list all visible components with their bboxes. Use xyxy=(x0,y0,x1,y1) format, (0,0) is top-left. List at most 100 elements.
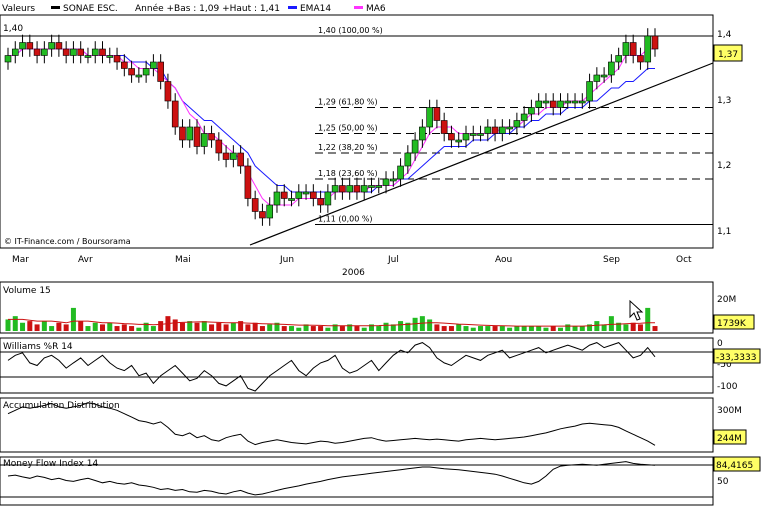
volume-bar xyxy=(230,322,236,331)
volume-bar xyxy=(637,324,643,331)
candle-body xyxy=(368,185,375,188)
valeurs-label: Valeurs xyxy=(2,4,35,14)
year-label: 2006 xyxy=(342,268,365,278)
volume-bar xyxy=(623,324,629,331)
williams-tick-100: -100 xyxy=(717,382,738,392)
volume-bar xyxy=(70,307,76,331)
volume-bar xyxy=(27,321,33,331)
candle-body xyxy=(324,191,332,206)
candle-body xyxy=(200,133,208,147)
volume-bar xyxy=(78,321,84,331)
candle-body xyxy=(382,178,390,186)
volume-bar xyxy=(463,326,469,331)
volume-bar xyxy=(441,326,447,331)
volume-bar xyxy=(354,326,360,331)
volume-bar xyxy=(20,322,26,331)
volume-ma-path xyxy=(8,318,655,327)
candle-body xyxy=(193,126,201,147)
volume-bar xyxy=(289,326,295,331)
volume-bar xyxy=(398,321,404,331)
candle-body xyxy=(317,198,324,206)
ad-title: Accumulation Distribution xyxy=(3,401,120,411)
candle-body xyxy=(520,113,528,121)
volume-bar xyxy=(150,326,156,331)
fib-label: 1,18 (23,60 %) xyxy=(318,169,378,178)
ticker-label: SONAE ESC. xyxy=(63,4,118,14)
volume-bar xyxy=(470,327,476,331)
volume-bar xyxy=(361,327,367,331)
volume-bar xyxy=(456,324,462,331)
x-tick-aou: Aou xyxy=(495,255,512,265)
candle-body xyxy=(62,48,70,56)
volume-bar xyxy=(565,324,571,331)
volume-bar xyxy=(5,319,11,331)
volume-bar xyxy=(41,321,47,331)
volume-bar xyxy=(579,326,585,331)
volume-bar xyxy=(92,322,98,331)
volume-bar xyxy=(172,319,178,331)
volume-bars xyxy=(5,307,658,331)
candle-body xyxy=(557,100,564,108)
candle-body xyxy=(484,126,492,134)
trend-line xyxy=(249,62,714,246)
volume-bar xyxy=(652,326,658,331)
candle-body xyxy=(339,185,346,193)
volume-bar xyxy=(339,326,345,331)
y-tick-1-1: 1,1 xyxy=(717,227,731,237)
ma-swatch xyxy=(354,6,363,9)
ema-legend: EMA14 xyxy=(300,4,331,14)
candle-body xyxy=(469,133,477,136)
x-tick-mar: Mar xyxy=(12,255,29,265)
volume-bar xyxy=(223,324,229,331)
mfi-title: Money Flow Index 14 xyxy=(3,459,98,469)
candle-body xyxy=(433,107,441,121)
mfi-tick-50: 50 xyxy=(717,477,729,487)
candle-body xyxy=(280,191,288,199)
candle-body xyxy=(77,48,84,56)
fib-label: 1,25 (50,00 %) xyxy=(318,124,378,133)
x-tick-avr: Avr xyxy=(78,255,93,265)
volume-bar xyxy=(245,324,251,331)
volume-bar xyxy=(209,324,215,331)
volume-bar xyxy=(34,324,40,331)
ma-legend: MA6 xyxy=(366,4,386,14)
volume-bar xyxy=(129,326,135,331)
volume-bar xyxy=(485,326,491,331)
volume-bar xyxy=(550,326,556,331)
y-tick-1-4: 1,4 xyxy=(717,30,732,40)
volume-bar xyxy=(412,317,418,331)
fib-label: 1,22 (38,20 %) xyxy=(318,143,378,152)
volume-bar xyxy=(325,327,331,331)
volume-bar xyxy=(434,324,440,331)
williams-last: -33,3333 xyxy=(716,353,756,363)
top-left-label: 1,40 xyxy=(3,24,23,34)
williams-title: Williams %R 14 xyxy=(3,342,73,352)
ema-swatch xyxy=(288,6,297,9)
candle-body xyxy=(48,42,55,50)
volume-bar xyxy=(427,319,433,331)
volume-title: Volume 15 xyxy=(3,286,51,296)
volume-bar xyxy=(63,324,69,331)
candle-body xyxy=(375,185,383,188)
volume-bar xyxy=(630,322,636,331)
candle-body xyxy=(651,35,659,50)
volume-bar xyxy=(318,326,324,331)
volume-bar xyxy=(499,326,505,331)
candle-body xyxy=(615,55,622,63)
candle-body xyxy=(135,74,143,78)
volume-bar xyxy=(543,327,549,331)
candle-body xyxy=(448,133,455,141)
volume-bar xyxy=(49,326,55,331)
candle-body xyxy=(259,211,266,219)
volume-bar xyxy=(158,321,164,331)
candle-body xyxy=(171,100,179,128)
volume-tick-20m: 20M xyxy=(717,295,736,305)
candle-body xyxy=(99,48,106,56)
volume-bar xyxy=(448,326,454,331)
candle-body xyxy=(208,133,215,141)
candle-body xyxy=(251,198,259,212)
fib-label: 1,40 (100,00 %) xyxy=(318,26,383,35)
candle-body xyxy=(331,185,339,193)
volume-bar xyxy=(267,324,273,331)
candle-body xyxy=(84,55,92,58)
